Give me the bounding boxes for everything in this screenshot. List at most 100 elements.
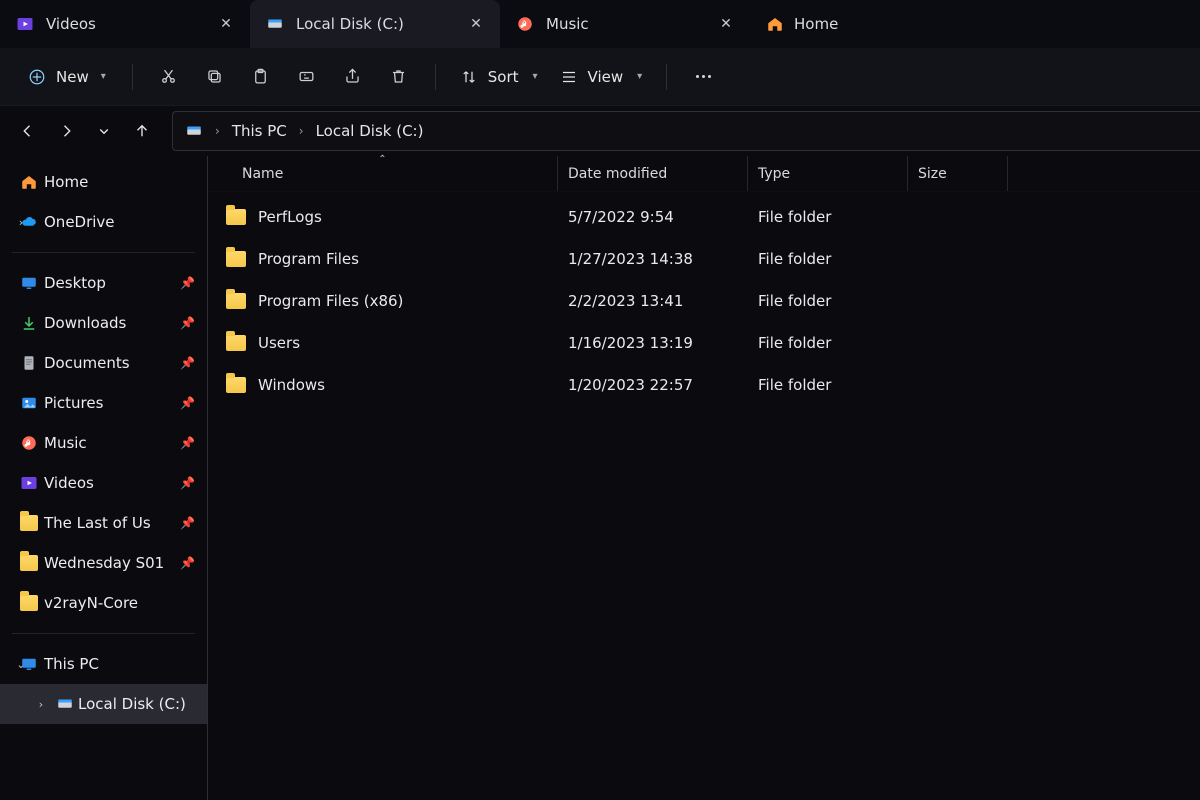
file-name: Windows	[258, 376, 325, 394]
up-button[interactable]	[124, 113, 160, 149]
folder-icon	[226, 335, 246, 351]
address-bar[interactable]: › This PC › Local Disk (C:)	[172, 111, 1200, 151]
sidebar-item-label: This PC	[44, 655, 99, 673]
folder-icon	[226, 377, 246, 393]
tab-music[interactable]: Music ✕	[500, 0, 750, 48]
column-headers: ⌃ Name Date modified Type Size	[208, 156, 1200, 192]
divider	[132, 64, 133, 90]
file-date: 5/7/2022 9:54	[558, 208, 748, 226]
file-type: File folder	[748, 208, 908, 226]
file-date: 2/2/2023 13:41	[558, 292, 748, 310]
file-type: File folder	[748, 292, 908, 310]
tab-home[interactable]: Home	[750, 0, 870, 48]
sidebar-item-home[interactable]: Home	[0, 162, 207, 202]
recent-button[interactable]	[86, 113, 122, 149]
delete-button[interactable]	[379, 57, 419, 97]
download-icon	[20, 314, 38, 332]
chevron-down-icon: ▾	[101, 71, 106, 82]
music-icon	[20, 434, 38, 452]
column-header-date[interactable]: Date modified	[558, 156, 748, 191]
drive-icon	[266, 15, 284, 33]
sidebar-item-label: The Last of Us	[44, 514, 151, 532]
breadcrumb-label: This PC	[232, 122, 287, 140]
sidebar-item-downloads[interactable]: Downloads📌	[0, 303, 207, 343]
main-split: Home › OneDrive Desktop📌Downloads📌Docume…	[0, 156, 1200, 800]
close-icon[interactable]: ✕	[718, 16, 734, 32]
view-icon	[560, 68, 578, 86]
tab-videos[interactable]: Videos ✕	[0, 0, 250, 48]
sort-asc-icon: ⌃	[378, 154, 386, 165]
sidebar-item-wednesday-s01[interactable]: Wednesday S01📌	[0, 543, 207, 583]
file-type: File folder	[748, 376, 908, 394]
chevron-right-icon: ›	[215, 124, 220, 138]
file-list: PerfLogs5/7/2022 9:54File folderProgram …	[208, 192, 1200, 406]
sidebar: Home › OneDrive Desktop📌Downloads📌Docume…	[0, 156, 208, 800]
tab-label: Local Disk (C:)	[296, 15, 456, 33]
pin-icon: 📌	[180, 476, 195, 490]
sidebar-item-desktop[interactable]: Desktop📌	[0, 263, 207, 303]
share-button[interactable]	[333, 57, 373, 97]
sidebar-item-documents[interactable]: Documents📌	[0, 343, 207, 383]
table-row[interactable]: Windows1/20/2023 22:57File folder	[208, 364, 1200, 406]
back-button[interactable]	[10, 113, 46, 149]
paste-button[interactable]	[241, 57, 281, 97]
music-icon	[516, 15, 534, 33]
column-header-name[interactable]: ⌃ Name	[208, 156, 558, 191]
close-icon[interactable]: ✕	[468, 16, 484, 32]
videos-icon	[16, 15, 34, 33]
rename-button[interactable]	[287, 57, 327, 97]
sidebar-item-v2rayn-core[interactable]: v2rayN-Core	[0, 583, 207, 623]
sidebar-item-label: Home	[44, 173, 88, 191]
column-header-type[interactable]: Type	[748, 156, 908, 191]
sidebar-item-local-disk[interactable]: › Local Disk (C:)	[0, 684, 207, 724]
view-label: View	[588, 68, 624, 86]
sidebar-item-onedrive[interactable]: › OneDrive	[0, 202, 207, 242]
folder-icon	[20, 514, 38, 532]
tab-local-disk[interactable]: Local Disk (C:) ✕	[250, 0, 500, 48]
drive-icon	[185, 122, 203, 140]
tab-label: Videos	[46, 15, 206, 33]
picture-icon	[20, 394, 38, 412]
tab-label: Music	[546, 15, 706, 33]
table-row[interactable]: Program Files1/27/2023 14:38File folder	[208, 238, 1200, 280]
column-header-size[interactable]: Size	[908, 156, 1008, 191]
file-date: 1/16/2023 13:19	[558, 334, 748, 352]
table-row[interactable]: PerfLogs 5/7/2022 9:54File folder	[208, 196, 1200, 238]
cloud-icon	[20, 213, 38, 231]
file-name: Users	[258, 334, 300, 352]
content-pane: ⌃ Name Date modified Type Size PerfLogs 5…	[208, 156, 1200, 800]
sidebar-item-pictures[interactable]: Pictures📌	[0, 383, 207, 423]
file-name: PerfLogs	[258, 208, 322, 226]
plus-circle-icon	[28, 68, 46, 86]
breadcrumb-this-pc[interactable]: This PC	[232, 122, 287, 140]
forward-button[interactable]	[48, 113, 84, 149]
close-icon[interactable]: ✕	[218, 16, 234, 32]
folder-icon	[226, 293, 246, 309]
sidebar-item-this-pc[interactable]: ⌄ This PC	[0, 644, 207, 684]
folder-icon	[20, 554, 38, 572]
drive-icon	[56, 695, 74, 713]
file-type: File folder	[748, 334, 908, 352]
breadcrumb-local-disk[interactable]: Local Disk (C:)	[316, 122, 424, 140]
sort-icon	[460, 68, 478, 86]
sort-button[interactable]: Sort ▾	[452, 62, 546, 92]
sidebar-item-videos[interactable]: Videos📌	[0, 463, 207, 503]
new-button[interactable]: New ▾	[18, 62, 116, 92]
table-row[interactable]: Users 1/16/2023 13:19File folder	[208, 322, 1200, 364]
file-name: Program Files (x86)	[258, 292, 403, 310]
copy-button[interactable]	[195, 57, 235, 97]
cut-button[interactable]	[149, 57, 189, 97]
column-label: Type	[758, 166, 790, 182]
sidebar-item-label: Music	[44, 434, 87, 452]
nav-row: › This PC › Local Disk (C:)	[0, 106, 1200, 156]
view-button[interactable]: View ▾	[552, 62, 651, 92]
pin-icon: 📌	[180, 316, 195, 330]
pin-icon: 📌	[180, 276, 195, 290]
sidebar-item-music[interactable]: Music📌	[0, 423, 207, 463]
tab-label: Home	[794, 15, 854, 33]
desktop-icon	[20, 274, 38, 292]
sidebar-item-the-last-of-us[interactable]: The Last of Us📌	[0, 503, 207, 543]
more-button[interactable]	[683, 57, 723, 97]
chevron-right-icon[interactable]: ›	[34, 698, 48, 711]
table-row[interactable]: Program Files (x86) 2/2/2023 13:41File fo…	[208, 280, 1200, 322]
